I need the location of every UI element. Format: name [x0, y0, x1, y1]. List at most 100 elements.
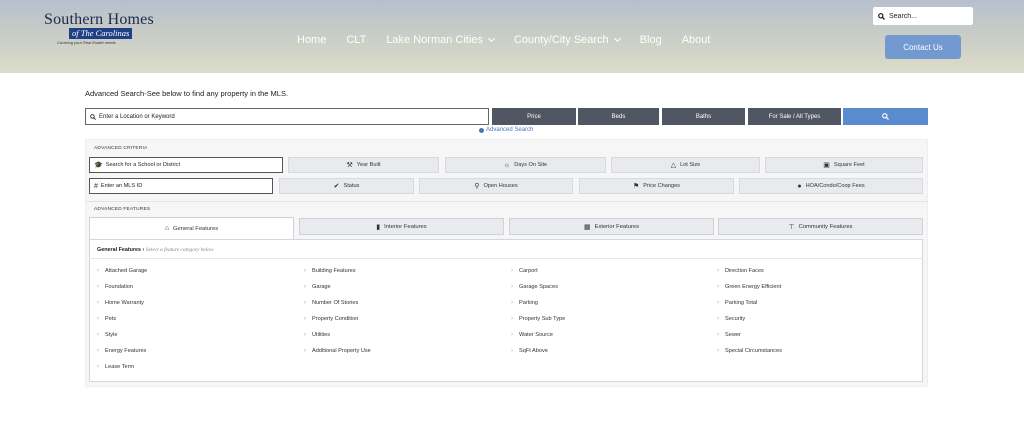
chevron-right-icon: ›	[304, 348, 306, 354]
site-search-input[interactable]	[889, 12, 967, 20]
price-changes-button[interactable]: ⚑ Price Changes	[579, 178, 734, 194]
mls-id-input[interactable]: # Enter an MLS ID	[89, 178, 273, 194]
fence-icon: ▦	[583, 223, 591, 231]
location-input[interactable]: Enter a Location or Keyword	[85, 108, 489, 125]
open-houses-button[interactable]: ⚲ Open Houses	[419, 178, 573, 194]
chevron-right-icon: ›	[717, 268, 719, 274]
feature-label: Style	[105, 332, 118, 338]
nav-county-city-search[interactable]: County/City Search	[514, 34, 621, 46]
chevron-right-icon: ›	[717, 332, 719, 338]
baths-button[interactable]: Baths	[662, 108, 745, 125]
feature-item[interactable]: › Utilities	[304, 332, 330, 338]
advanced-features-label: ADVANCED FEATURES	[94, 207, 151, 212]
tab-general-features[interactable]: ⌂ General Features	[89, 217, 294, 239]
chevron-right-icon: ›	[97, 316, 99, 322]
feature-label: Security	[725, 316, 746, 322]
feature-item[interactable]: › Sewer	[717, 332, 741, 338]
feature-item[interactable]: › Home Warranty	[97, 300, 144, 306]
signpost-icon: ⊤	[788, 223, 795, 231]
chevron-right-icon: ›	[304, 300, 306, 306]
chevron-right-icon: ›	[717, 300, 719, 306]
features-panel	[89, 239, 923, 382]
feature-item[interactable]: › Energy Features	[97, 348, 146, 354]
year-built-button[interactable]: ⚒ Year Built	[288, 157, 439, 173]
feature-label: Utilities	[312, 332, 331, 338]
feature-item[interactable]: › Foundation	[97, 284, 133, 290]
tab-exterior-features[interactable]: ▦ Exterior Features	[509, 218, 714, 235]
hoa-fees-button[interactable]: ● HOA/Condo/Coop Fees	[739, 178, 923, 194]
beds-button[interactable]: Beds	[578, 108, 659, 125]
feature-item[interactable]: › Property Sub Type	[511, 316, 565, 322]
feature-item[interactable]: › Garage	[304, 284, 331, 290]
feature-item[interactable]: › Style	[97, 332, 117, 338]
key-icon: ⚲	[474, 183, 480, 190]
advanced-search-link[interactable]: Advanced Search	[479, 127, 533, 133]
school-search-input[interactable]: 🎓 Search for a School or District	[89, 157, 283, 173]
nav-blog[interactable]: Blog	[640, 34, 662, 46]
feature-item[interactable]: › Property Condition	[304, 316, 358, 322]
contact-us-button[interactable]: Contact Us	[885, 35, 961, 59]
feature-item[interactable]: › Direction Faces	[717, 268, 764, 274]
section-divider	[85, 201, 928, 202]
feature-item[interactable]: › Lease Term	[97, 364, 134, 370]
feature-label: Foundation	[105, 284, 133, 290]
chevron-right-icon: ›	[511, 284, 513, 290]
main-nav: Home CLT Lake Norman Cities County/City …	[297, 34, 730, 46]
feature-label: Attached Garage	[105, 268, 148, 274]
chevron-right-icon: ›	[304, 316, 306, 322]
feature-item[interactable]: › Green Energy Efficient	[717, 284, 781, 290]
feature-item[interactable]: › Building Features	[304, 268, 356, 274]
feature-label: Additional Property Use	[312, 348, 371, 354]
feature-item[interactable]: › Attached Garage	[97, 268, 147, 274]
lot-size-button[interactable]: △ Lot Size	[611, 157, 760, 173]
feature-item[interactable]: › Water Source	[511, 332, 553, 338]
status-button[interactable]: ✔ Status	[279, 178, 414, 194]
search-icon	[878, 12, 885, 20]
feature-label: Pets	[105, 316, 117, 322]
chevron-right-icon: ›	[97, 364, 99, 370]
sun-icon: ☼	[503, 161, 511, 169]
chevron-right-icon: ›	[97, 348, 99, 354]
feature-item[interactable]: › Pets	[97, 316, 116, 322]
chevron-right-icon: ›	[511, 348, 513, 354]
chevron-right-icon: ›	[304, 268, 306, 274]
feature-item[interactable]: › Parking Total	[717, 300, 757, 306]
feature-label: Special Circumstances	[725, 348, 782, 354]
search-icon	[882, 113, 889, 120]
check-icon: ✔	[333, 183, 340, 190]
feature-label: Sewer	[725, 332, 741, 338]
search-submit-button[interactable]	[843, 108, 928, 125]
feature-item[interactable]: › Security	[717, 316, 745, 322]
feature-item[interactable]: › Garage Spaces	[511, 284, 558, 290]
chevron-right-icon: ›	[717, 316, 719, 322]
site-search	[873, 7, 973, 25]
feature-item[interactable]: › Carport	[511, 268, 538, 274]
tab-community-features[interactable]: ⊤ Community Features	[718, 218, 923, 235]
price-button[interactable]: Price	[492, 108, 576, 125]
feature-label: Carport	[519, 268, 538, 274]
nav-about[interactable]: About	[682, 34, 711, 46]
logo-title: Southern Homes	[44, 11, 154, 28]
site-header: Southern Homes of The Carolinas Covering…	[0, 0, 1024, 73]
property-type-button[interactable]: For Sale / All Types	[748, 108, 841, 125]
feature-item[interactable]: › Additional Property Use	[304, 348, 371, 354]
location-placeholder: Enter a Location or Keyword	[99, 113, 175, 120]
feature-item[interactable]: › Number Of Stories	[304, 300, 358, 306]
chevron-right-icon: ›	[97, 268, 99, 274]
search-icon	[90, 113, 96, 120]
nav-home[interactable]: Home	[297, 34, 326, 46]
feature-item[interactable]: › Special Circumstances	[717, 348, 782, 354]
nav-clt[interactable]: CLT	[346, 34, 366, 46]
nav-lake-norman-cities[interactable]: Lake Norman Cities	[386, 34, 495, 46]
feature-item[interactable]: › SqFt Above	[511, 348, 548, 354]
feature-item[interactable]: › Parking	[511, 300, 538, 306]
chevron-right-icon: ›	[97, 300, 99, 306]
chevron-down-icon	[487, 34, 495, 43]
days-on-site-button[interactable]: ☼ Days On Site	[445, 157, 606, 173]
feature-label: Water Source	[519, 332, 553, 338]
feature-label: Garage	[312, 284, 331, 290]
site-logo[interactable]: Southern Homes of The Carolinas Covering…	[44, 11, 154, 45]
tab-interior-features[interactable]: ▮ Interior Features	[299, 218, 504, 235]
square-feet-button[interactable]: ▣ Square Feet	[765, 157, 923, 173]
money-bag-icon: ●	[797, 182, 802, 190]
